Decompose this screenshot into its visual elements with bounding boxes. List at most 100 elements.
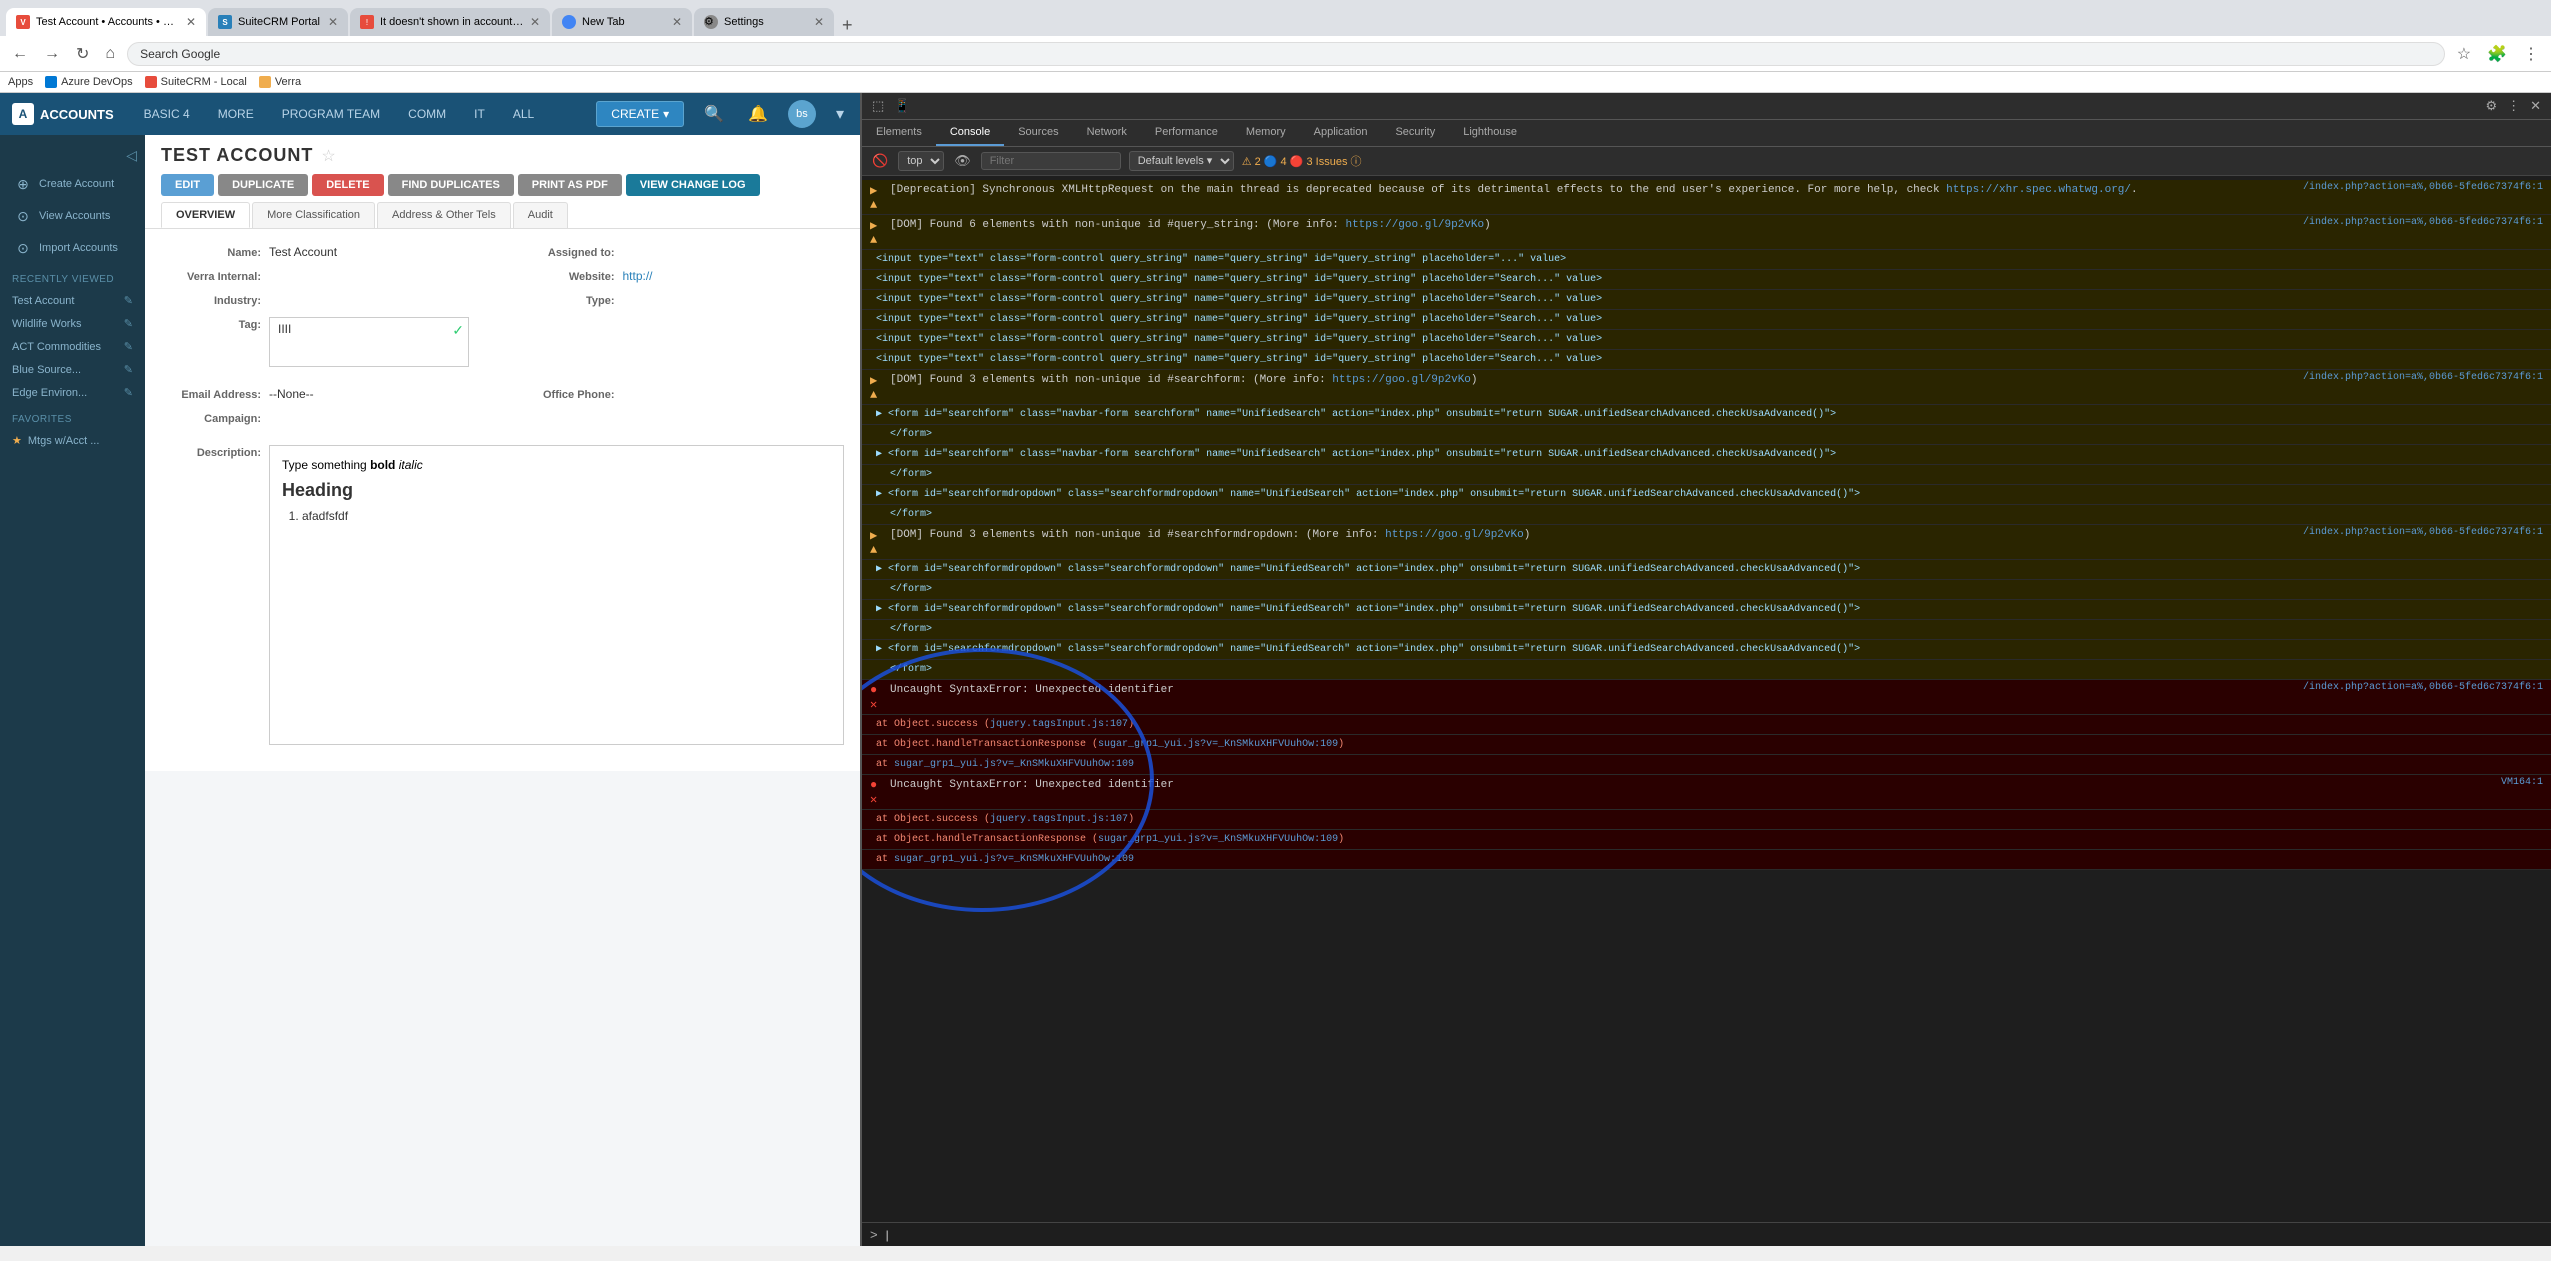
nav-basic4[interactable]: BASIC 4 (138, 103, 196, 125)
console-source-3[interactable]: /index.php?action=a%,0b66-5fed6c7374f6:1 (2303, 372, 2543, 383)
refresh-button[interactable]: ↻ (72, 42, 93, 66)
user-avatar[interactable]: bs (788, 100, 816, 128)
nav-programteam[interactable]: PROGRAM TEAM (276, 103, 386, 125)
eye-icon[interactable]: 👁 (952, 151, 973, 171)
rv-edit-act-commodities[interactable]: ✎ (124, 340, 133, 353)
forward-button[interactable]: → (40, 43, 64, 65)
dt-tab-elements[interactable]: Elements (862, 120, 936, 146)
error1-link3[interactable]: sugar_grp1_yui.js?v=_KnSMkuXHFVUuhOw:109 (894, 759, 1134, 770)
sidebar-item-create-account[interactable]: ⊕ Create Account (0, 168, 145, 200)
tab-address-other-tels[interactable]: Address & Other Tels (377, 202, 511, 228)
deprecation-link[interactable]: https://xhr.spec.whatwg.org/ (1946, 184, 2131, 196)
delete-button[interactable]: DELETE (312, 174, 383, 196)
dom-query-link[interactable]: https://goo.gl/9p2vKo (1345, 219, 1484, 231)
issues-badge[interactable]: ⚠ 2 🔵 4 🔴 3 Issues ⓘ (1242, 153, 1362, 169)
tab-3[interactable]: ! It doesn't shown in account list ✕ (350, 8, 550, 36)
tab-audit[interactable]: Audit (513, 202, 568, 228)
console-clear-icon[interactable]: 🚫 (870, 151, 890, 171)
back-button[interactable]: ← (8, 43, 32, 65)
find-duplicates-button[interactable]: FIND DUPLICATES (388, 174, 514, 196)
tab-close-2[interactable]: ✕ (328, 15, 338, 29)
nav-it[interactable]: IT (468, 103, 491, 125)
rv-item-wildlife-works[interactable]: Wildlife Works ✎ (0, 312, 145, 335)
nav-comm[interactable]: COMM (402, 103, 452, 125)
search-icon[interactable]: 🔍 (700, 100, 728, 128)
user-chevron[interactable]: ▾ (832, 100, 848, 128)
devtools-vertical-dots[interactable]: ⋮ (2505, 96, 2522, 116)
error1-link2[interactable]: sugar_grp1_yui.js?v=_KnSMkuXHFVUuhOw:109 (1098, 739, 1338, 750)
duplicate-button[interactable]: DUPLICATE (218, 174, 308, 196)
error2-link2[interactable]: sugar_grp1_yui.js?v=_KnSMkuXHFVUuhOw:109 (1098, 834, 1338, 845)
bookmark-verra[interactable]: Verra (259, 76, 301, 88)
tab-overview[interactable]: OVERVIEW (161, 202, 250, 228)
tab-1[interactable]: V Test Account • Accounts • Verr... ✕ (6, 8, 206, 36)
console-source-error-1[interactable]: /index.php?action=a%,0b66-5fed6c7374f6:1 (2303, 682, 2543, 693)
dt-tab-console[interactable]: Console (936, 120, 1004, 146)
dt-tab-application[interactable]: Application (1300, 120, 1382, 146)
url-bar[interactable]: Search Google (127, 42, 2445, 66)
rv-edit-blue-source[interactable]: ✎ (124, 363, 133, 376)
bell-icon[interactable]: 🔔 (744, 100, 772, 128)
tab-close-3[interactable]: ✕ (530, 15, 540, 29)
rv-item-blue-source[interactable]: Blue Source... ✎ (0, 358, 145, 381)
rv-edit-wildlife-works[interactable]: ✎ (124, 317, 133, 330)
rv-edit-edge-environ[interactable]: ✎ (124, 386, 133, 399)
rv-item-act-commodities[interactable]: ACT Commodities ✎ (0, 335, 145, 358)
dt-tab-performance[interactable]: Performance (1141, 120, 1232, 146)
new-tab-button[interactable]: + (836, 15, 859, 36)
fav-item-mtgs[interactable]: ★ Mtgs w/Acct ... (0, 429, 145, 452)
console-source-error-2[interactable]: VM164:1 (2501, 777, 2543, 788)
console-output[interactable]: ▶ ▲ [Deprecation] Synchronous XMLHttpReq… (862, 176, 2551, 1222)
sidebar-item-import-accounts[interactable]: ⊙ Import Accounts (0, 232, 145, 264)
dt-tab-memory[interactable]: Memory (1232, 120, 1300, 146)
log-levels-dropdown[interactable]: Default levels ▾ (1129, 151, 1234, 171)
tab-4[interactable]: New Tab ✕ (552, 8, 692, 36)
tab-5[interactable]: ⚙ Settings ✕ (694, 8, 834, 36)
console-source-1[interactable]: /index.php?action=a%,0b66-5fed6c7374f6:1 (2303, 182, 2543, 193)
inspect-element-icon[interactable]: ⬚ (870, 96, 886, 116)
rv-edit-test-account[interactable]: ✎ (124, 294, 133, 307)
view-change-log-button[interactable]: VIEW CHANGE LOG (626, 174, 760, 196)
bookmark-apps[interactable]: Apps (8, 76, 33, 88)
context-selector[interactable]: top (898, 151, 944, 171)
error1-link1[interactable]: jquery.tagsInput.js:107 (990, 719, 1128, 730)
tab-more-classification[interactable]: More Classification (252, 202, 375, 228)
tab-close-1[interactable]: ✕ (186, 15, 196, 29)
tab-2[interactable]: S SuiteCRM Portal ✕ (208, 8, 348, 36)
bookmark-suitecrm[interactable]: SuiteCRM - Local (145, 76, 247, 88)
extensions-button[interactable]: 🧩 (2483, 42, 2511, 66)
sidebar-collapse-btn[interactable]: ◁ (0, 143, 145, 168)
dt-tab-network[interactable]: Network (1073, 120, 1141, 146)
dt-tab-sources[interactable]: Sources (1004, 120, 1072, 146)
sidebar-item-view-accounts[interactable]: ⊙ View Accounts (0, 200, 145, 232)
nav-all[interactable]: ALL (507, 103, 540, 125)
tab-close-5[interactable]: ✕ (814, 15, 824, 29)
tab-close-4[interactable]: ✕ (672, 15, 682, 29)
nav-more[interactable]: MORE (212, 103, 260, 125)
mobile-toggle-icon[interactable]: 📱 (892, 96, 912, 116)
favorite-star-icon[interactable]: ☆ (321, 146, 335, 166)
bookmark-azure[interactable]: Azure DevOps (45, 76, 133, 88)
edit-button[interactable]: EDIT (161, 174, 214, 196)
error2-link3[interactable]: sugar_grp1_yui.js?v=_KnSMkuXHFVUuhOw:109 (894, 854, 1134, 865)
dt-tab-security[interactable]: Security (1381, 120, 1449, 146)
console-source-4[interactable]: /index.php?action=a%,0b66-5fed6c7374f6:1 (2303, 527, 2543, 538)
devtools-close-icon[interactable]: ✕ (2528, 96, 2543, 116)
devtools-settings-icon[interactable]: ⚙ (2483, 96, 2499, 116)
bookmarks-button[interactable]: ☆ (2453, 42, 2475, 66)
menu-button[interactable]: ⋮ (2519, 42, 2543, 66)
searchform-link[interactable]: https://goo.gl/9p2vKo (1332, 374, 1471, 386)
tag-box[interactable]: IIII ✓ (269, 317, 469, 367)
print-as-pdf-button[interactable]: PRINT AS PDF (518, 174, 622, 196)
searchformdropdown-link[interactable]: https://goo.gl/9p2vKo (1385, 529, 1524, 541)
dt-tab-lighthouse[interactable]: Lighthouse (1449, 120, 1531, 146)
website-value[interactable]: http:// (623, 269, 845, 283)
rv-item-edge-environ[interactable]: Edge Environ... ✎ (0, 381, 145, 404)
console-text-error-1: Uncaught SyntaxError: Unexpected identif… (890, 682, 2297, 699)
rv-item-test-account[interactable]: Test Account ✎ (0, 289, 145, 312)
console-source-2[interactable]: /index.php?action=a%,0b66-5fed6c7374f6:1 (2303, 217, 2543, 228)
create-button[interactable]: CREATE ▾ (596, 101, 684, 127)
error2-link1[interactable]: jquery.tagsInput.js:107 (990, 814, 1128, 825)
home-button[interactable]: ⌂ (101, 43, 119, 65)
console-filter-input[interactable] (981, 152, 1121, 170)
